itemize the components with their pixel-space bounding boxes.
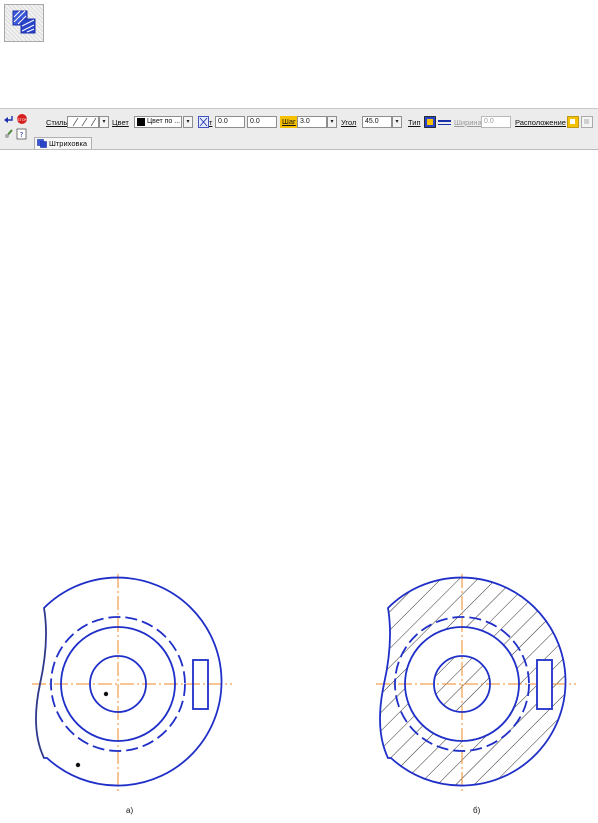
hatch-tool-button[interactable]: [4, 4, 44, 42]
color-value: Цвет по ...: [147, 118, 181, 125]
position-alt-icon[interactable]: [581, 116, 593, 128]
y-field[interactable]: 0.0: [247, 116, 277, 128]
angle-label: Угол: [341, 118, 357, 127]
hatch-tool-icon: [12, 10, 36, 34]
command-icons: STOP ?: [4, 114, 28, 140]
position-icon[interactable]: [567, 116, 579, 128]
hatch-tab-icon: [37, 139, 47, 148]
tab-hatching-label: Штриховка: [49, 139, 88, 148]
step-label: Шаг: [280, 116, 298, 128]
slot-rect-b: [536, 659, 553, 710]
step-dropdown-arrow[interactable]: ▾: [327, 116, 337, 128]
position-icons: [567, 116, 593, 128]
color-swatch: [137, 118, 145, 126]
style-dropdown-arrow[interactable]: ▾: [99, 116, 109, 128]
caption-a: а): [126, 806, 134, 815]
style-label: Стиль: [46, 118, 68, 127]
caption-b: б): [473, 806, 481, 815]
drawing-a: [32, 574, 232, 794]
stop-icon[interactable]: STOP: [17, 114, 28, 124]
step-field[interactable]: 3.0: [297, 116, 327, 128]
color-label: Цвет: [112, 118, 129, 127]
type-label: Тип: [408, 118, 421, 127]
x-label: т: [209, 118, 213, 127]
pick-point-outer: [75, 762, 81, 768]
position-label: Расположение: [515, 118, 566, 127]
width-label: Ширина: [454, 118, 482, 127]
type-line-icon[interactable]: [438, 120, 451, 125]
svg-text:STOP: STOP: [17, 118, 27, 122]
type-icons: [424, 116, 451, 128]
style-select[interactable]: [67, 116, 99, 128]
help-icon[interactable]: ?: [16, 128, 27, 140]
coordinate-x-icon[interactable]: [198, 116, 209, 128]
line-style-icon: [72, 117, 97, 127]
angle-dropdown-arrow[interactable]: ▾: [392, 116, 402, 128]
color-dropdown-arrow[interactable]: ▾: [183, 116, 193, 128]
edit-icon[interactable]: [5, 129, 13, 138]
width-field[interactable]: 0.0: [481, 116, 511, 128]
axis-lines: [32, 574, 232, 794]
x-field[interactable]: 0.0: [215, 116, 245, 128]
enter-icon[interactable]: [4, 116, 13, 123]
drawing-b: [376, 574, 576, 794]
svg-text:?: ?: [20, 131, 24, 139]
type-fill-icon[interactable]: [424, 116, 436, 128]
pick-point-inner: [103, 691, 109, 697]
angle-field[interactable]: 45.0: [362, 116, 392, 128]
color-select[interactable]: Цвет по ...: [134, 116, 182, 128]
tab-hatching[interactable]: Штриховка: [34, 137, 93, 149]
